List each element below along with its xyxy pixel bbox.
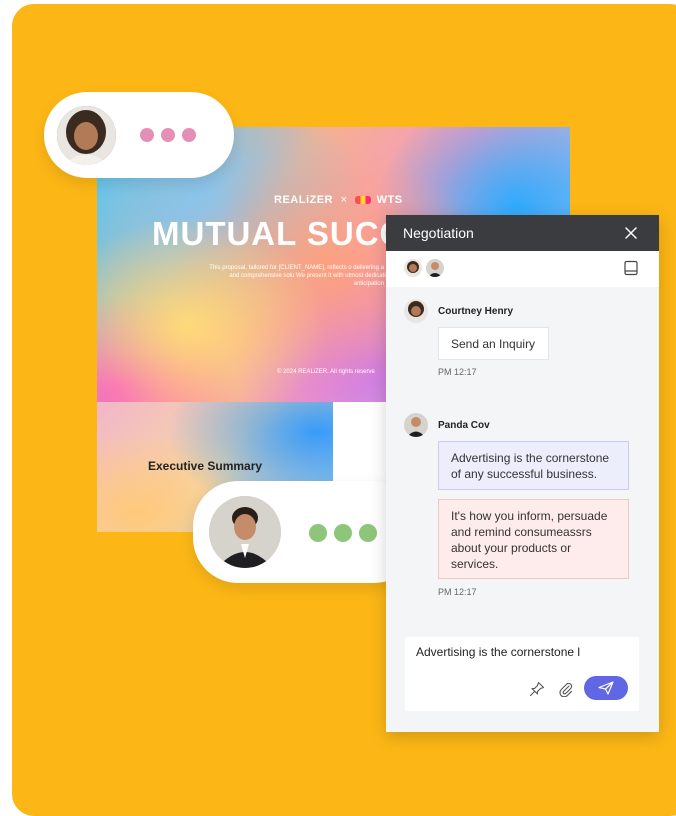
executive-summary-title: Executive Summary xyxy=(148,459,263,473)
pin-icon[interactable] xyxy=(529,681,545,697)
typing-dot xyxy=(140,128,154,142)
typing-dot xyxy=(334,524,352,542)
panda-avatar xyxy=(404,413,428,437)
message-bubble: Advertising is the cornerstone of any su… xyxy=(438,441,629,490)
realizer-logo: REALiZER xyxy=(274,194,333,206)
typing-dot xyxy=(359,524,377,542)
message-bubble: Send an Inquiry xyxy=(438,327,549,360)
message-time: PM 12:17 xyxy=(438,587,477,597)
courtney-avatar xyxy=(404,299,428,323)
message-bubble: It's how you inform, persuade and remind… xyxy=(438,499,629,579)
paperclip-icon[interactable] xyxy=(558,681,574,697)
close-icon[interactable] xyxy=(624,226,638,240)
proposal-description: This proposal, tailored for [CLIENT_NAME… xyxy=(209,265,404,287)
typing-dot xyxy=(161,128,175,142)
participant-avatar xyxy=(426,259,444,277)
brand-logos: REALiZER × WTS xyxy=(274,194,403,206)
message-sender: Courtney Henry xyxy=(438,306,514,317)
message-composer xyxy=(405,637,639,711)
proposal-copyright: © 2024 REALiZER. All rights reserve xyxy=(277,369,375,375)
wts-logo-icon xyxy=(355,196,372,205)
typing-dot xyxy=(182,128,196,142)
wts-logo: WTS xyxy=(376,194,403,206)
send-button[interactable] xyxy=(584,676,628,700)
man-avatar xyxy=(209,496,281,568)
typing-indicator-top xyxy=(44,92,234,178)
participant-avatar xyxy=(404,259,422,277)
book-icon[interactable] xyxy=(623,260,639,276)
message-input[interactable] xyxy=(416,645,631,659)
message-sender: Panda Cov xyxy=(438,420,490,431)
woman-avatar xyxy=(57,106,116,165)
participants-bar xyxy=(386,251,659,287)
typing-dot xyxy=(309,524,327,542)
chat-header: Negotiation xyxy=(386,215,659,251)
message-time: PM 12:17 xyxy=(438,367,477,377)
brand-separator: × xyxy=(340,194,348,206)
negotiation-chat-panel: Negotiation Courtney Henry Send an Inqui… xyxy=(386,215,659,732)
send-icon xyxy=(598,681,614,695)
chat-title: Negotiation xyxy=(403,225,474,241)
